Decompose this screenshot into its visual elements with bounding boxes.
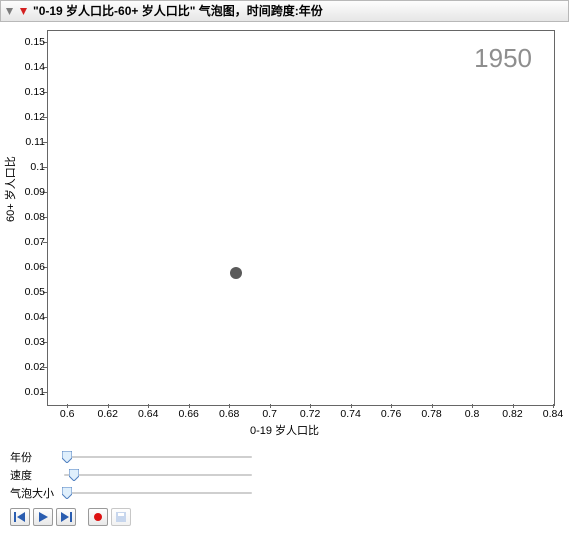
x-tick: 0.7	[256, 408, 284, 420]
x-tick: 0.76	[377, 408, 405, 420]
y-tick: 0.13	[5, 86, 45, 98]
play-button[interactable]	[33, 508, 53, 526]
playback-bar	[0, 504, 569, 532]
x-tick: 0.64	[134, 408, 162, 420]
x-tick: 0.74	[337, 408, 365, 420]
plot-box: 1950	[47, 30, 555, 406]
y-tick: 0.15	[5, 36, 45, 48]
speed-label: 速度	[10, 467, 58, 483]
speed-slider[interactable]	[58, 469, 258, 481]
x-tick: 0.8	[458, 408, 486, 420]
x-tick: 0.72	[296, 408, 324, 420]
y-tick: 0.12	[5, 111, 45, 123]
y-tick: 0.07	[5, 236, 45, 248]
x-tick: 0.6	[53, 408, 81, 420]
x-axis-title: 0-19 岁人口比	[0, 422, 569, 438]
y-tick: 0.11	[5, 136, 45, 148]
y-tick: 0.14	[5, 61, 45, 73]
disclosure-triangle-icon[interactable]	[5, 7, 14, 16]
step-forward-button[interactable]	[56, 508, 76, 526]
y-tick: 0.06	[5, 261, 45, 273]
y-tick: 0.01	[5, 386, 45, 398]
y-axis-title: 60+ 岁人口比	[2, 156, 18, 222]
year-label: 年份	[10, 449, 58, 465]
hotspot-icon[interactable]	[18, 6, 29, 17]
data-bubble[interactable]	[230, 267, 242, 279]
panel-header: "0-19 岁人口比-60+ 岁人口比" 气泡图，时间跨度:年份	[0, 0, 569, 22]
animation-controls: 年份 速度 气泡大小	[0, 442, 569, 504]
y-tick: 0.02	[5, 361, 45, 373]
chart-area: 1950 0.010.020.030.040.050.060.070.080.0…	[0, 22, 569, 442]
record-button[interactable]	[88, 508, 108, 526]
panel-title: "0-19 岁人口比-60+ 岁人口比" 气泡图，时间跨度:年份	[33, 2, 323, 20]
step-back-button[interactable]	[10, 508, 30, 526]
x-tick: 0.68	[215, 408, 243, 420]
x-tick: 0.84	[539, 408, 567, 420]
x-tick: 0.82	[499, 408, 527, 420]
x-tick: 0.66	[175, 408, 203, 420]
y-tick: 0.03	[5, 336, 45, 348]
y-tick: 0.04	[5, 311, 45, 323]
save-button[interactable]	[111, 508, 131, 526]
x-tick: 0.62	[94, 408, 122, 420]
year-slider[interactable]	[58, 451, 258, 463]
bubble-size-label: 气泡大小	[10, 485, 58, 501]
year-annotation: 1950	[474, 43, 532, 74]
bubble-size-slider[interactable]	[58, 487, 258, 499]
y-tick: 0.05	[5, 286, 45, 298]
x-tick: 0.78	[418, 408, 446, 420]
